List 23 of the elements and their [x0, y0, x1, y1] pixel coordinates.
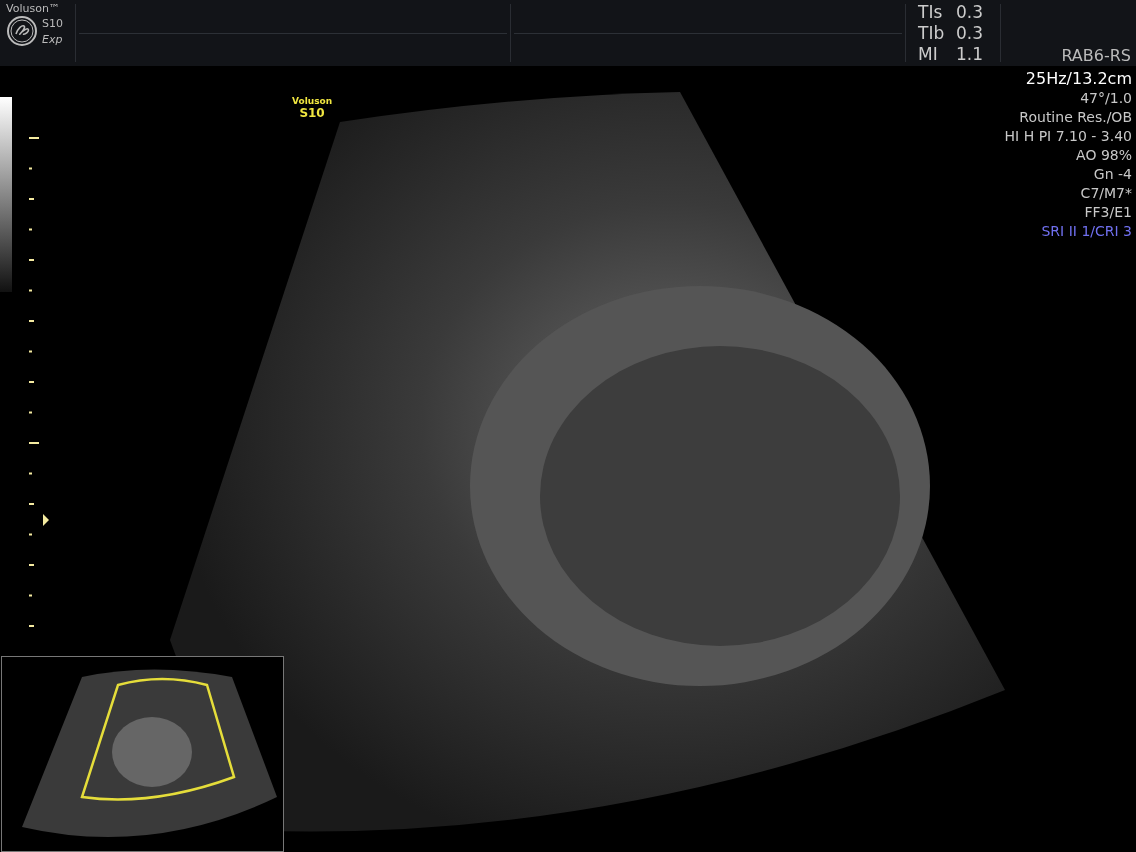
- index-label: TIb: [918, 23, 946, 43]
- parameter-text: Gn -4: [1093, 165, 1132, 184]
- index-label: TIs: [918, 2, 944, 22]
- parameter-text: SRI II 1/CRI 3: [1041, 222, 1132, 241]
- focus-marker-icon: [43, 514, 49, 526]
- probe-label: RAB6-RS: [1061, 46, 1131, 65]
- index-value: 0.3: [956, 2, 984, 22]
- parameter-text: 25Hz/13.2cm: [1025, 68, 1132, 89]
- image-model-label: S10: [299, 106, 325, 120]
- parameter-text: FF3/E1: [1084, 203, 1132, 222]
- parameter-text: Routine Res./OB: [1019, 108, 1132, 127]
- parameter-text: HI H PI 7.10 - 3.40: [1004, 127, 1132, 146]
- parameter-text: C7/M7*: [1080, 184, 1132, 203]
- edition-label: Exp: [42, 32, 63, 46]
- logo-icon: [6, 15, 38, 47]
- model-label: S10: [42, 16, 63, 30]
- image-brand-label: Voluson: [292, 96, 333, 106]
- parameter-text: 47°/1.0: [1080, 89, 1132, 108]
- index-value: 1.1: [956, 44, 984, 64]
- parameter-text: AO 98%: [1076, 146, 1132, 165]
- brand-label: Voluson™: [6, 2, 61, 15]
- index-label: MI: [918, 44, 939, 64]
- index-value: 0.3: [956, 23, 984, 43]
